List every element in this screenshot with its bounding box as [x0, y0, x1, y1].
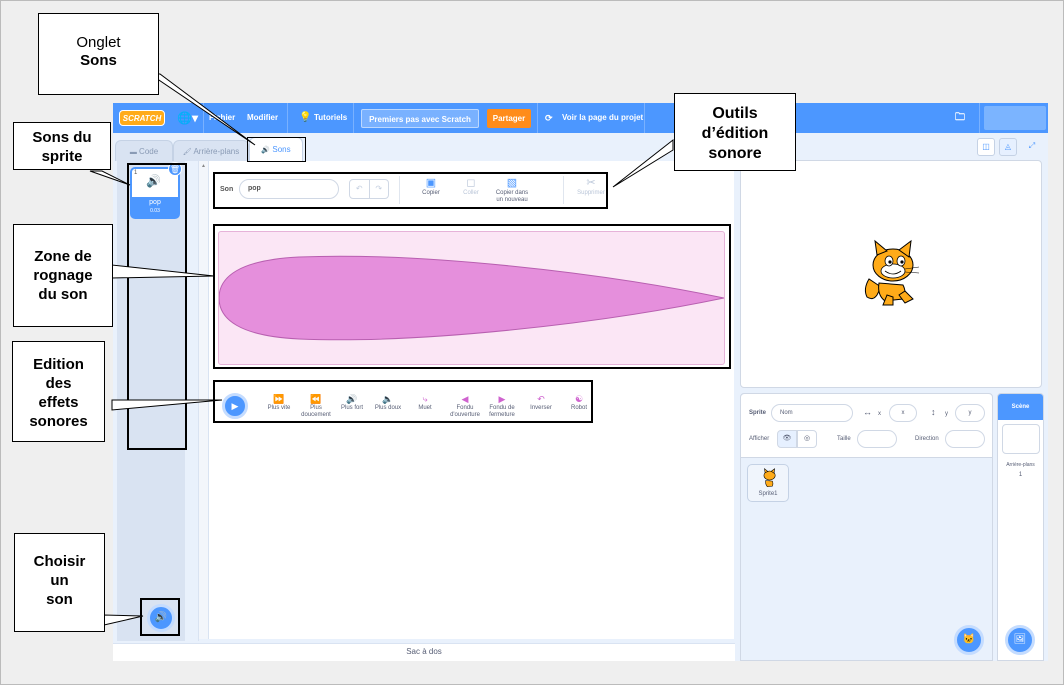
- callout-text: du son: [38, 286, 88, 303]
- sprite-name-input[interactable]: Nom: [771, 404, 853, 422]
- folder-icon[interactable]: 🗀: [955, 103, 965, 133]
- sprite-panel: Sprite Nom ↔ x x ↕ y y Afficher 👁 ◎ Tail…: [740, 393, 993, 661]
- tutorials-menu[interactable]: Tutoriels: [314, 103, 347, 133]
- callout-text: des: [45, 375, 72, 392]
- show-eye-icon[interactable]: 👁: [777, 430, 797, 448]
- callout-text: Choisir: [33, 553, 86, 570]
- sprite-label: Sprite: [749, 410, 767, 416]
- fullscreen-icon[interactable]: ⤢: [1023, 138, 1041, 156]
- project-title-input[interactable]: Premiers pas avec Scratch: [361, 109, 479, 128]
- backdrop-thumbnail[interactable]: [1002, 424, 1040, 454]
- sound-list-scrollbar[interactable]: ▲: [199, 161, 208, 639]
- backdrops-count: 1: [1018, 472, 1023, 478]
- y-arrows-icon: ↕: [931, 407, 936, 417]
- show-label: Afficher: [749, 436, 770, 442]
- stage[interactable]: [740, 160, 1042, 388]
- lightbulb-icon: 💡: [299, 112, 312, 123]
- cat-sprite[interactable]: [859, 239, 923, 309]
- callout-text: effets: [38, 394, 79, 411]
- account-area[interactable]: [984, 106, 1046, 130]
- highlight-trim-zone: [213, 224, 731, 369]
- sprite-thumb-name: Sprite1: [758, 491, 778, 497]
- tab-backdrops-label: Arrière-plans: [193, 147, 240, 156]
- scratch-logo[interactable]: SCRATCH: [119, 110, 165, 126]
- highlight-sounds-tab: [247, 137, 306, 162]
- callout-text: sonore: [708, 145, 762, 162]
- sprite-thumbnail[interactable]: Sprite1: [747, 464, 789, 502]
- highlight-choose-sound: [140, 598, 180, 636]
- tab-code-label: Code: [139, 147, 159, 156]
- x-input[interactable]: x: [889, 404, 917, 422]
- callout-sprite-sounds: Sons du sprite: [13, 122, 111, 170]
- size-input[interactable]: [857, 430, 897, 448]
- y-input[interactable]: y: [955, 404, 985, 422]
- scene-panel: Scène Arrière-plans 1 🖼: [997, 393, 1044, 661]
- small-stage-icon[interactable]: ◫: [977, 138, 995, 156]
- callout-trim-zone: Zone de rognage du son: [13, 224, 113, 327]
- callout-text: Edition: [33, 356, 84, 373]
- scene-title: Scène: [998, 394, 1043, 420]
- choose-backdrop-button[interactable]: 🖼: [1005, 625, 1035, 655]
- sprite-info: Sprite Nom ↔ x x ↕ y y Afficher 👁 ◎ Tail…: [741, 394, 992, 458]
- file-menu[interactable]: Fichier: [209, 103, 235, 133]
- see-project-button[interactable]: Voir la page du projet: [562, 103, 643, 133]
- size-label: Taille: [837, 436, 851, 442]
- hide-eye-icon[interactable]: ◎: [797, 430, 817, 448]
- highlight-sprite-sounds: [127, 163, 187, 450]
- edit-menu[interactable]: Modifier: [247, 103, 278, 133]
- callout-text: Zone de: [34, 248, 92, 265]
- callout-choose-sound: Choisir un son: [14, 533, 105, 632]
- callout-text: Outils: [712, 105, 758, 122]
- backdrops-label: Arrière-plans: [1006, 462, 1035, 468]
- callout-sounds-tab: Onglet Sons: [38, 13, 159, 95]
- callout-effects: Edition des effets sonores: [12, 341, 105, 442]
- x-label: x: [878, 411, 881, 417]
- menu-bar: SCRATCH 🌐▾ Fichier Modifier 💡 Tutoriels …: [113, 103, 1048, 133]
- callout-tools: Outils d’édition sonore: [674, 93, 796, 171]
- callout-text: Sons du: [32, 129, 92, 146]
- direction-input[interactable]: [945, 430, 985, 448]
- globe-icon[interactable]: 🌐▾: [177, 103, 198, 133]
- callout-text: un: [50, 572, 69, 589]
- callout-text: rognage: [33, 267, 93, 284]
- tab-backdrops[interactable]: 🖌 Arrière-plans: [173, 140, 249, 161]
- callout-text: Onglet: [76, 34, 121, 51]
- x-arrows-icon: ↔: [863, 407, 872, 417]
- callout-text: sonores: [29, 413, 88, 430]
- direction-label: Direction: [915, 436, 939, 442]
- cat-thumbnail-icon: [763, 468, 776, 488]
- see-project-icon: ⟳: [545, 113, 553, 123]
- tab-bar: ▬ Code 🖌 Arrière-plans 🔊 Sons: [113, 133, 733, 161]
- tab-code[interactable]: ▬ Code: [115, 140, 173, 161]
- callout-text: d’édition: [701, 125, 769, 142]
- paintbrush-icon: 🖌: [182, 149, 192, 156]
- choose-sprite-button[interactable]: 🐱: [954, 625, 984, 655]
- highlight-tools: [213, 172, 608, 209]
- normal-stage-icon[interactable]: ◬: [999, 138, 1017, 156]
- highlight-effects: [213, 380, 593, 423]
- backpack[interactable]: Sac à dos: [113, 643, 735, 661]
- code-icon: ▬: [129, 149, 137, 156]
- callout-text: son: [46, 591, 73, 608]
- share-button[interactable]: Partager: [487, 109, 531, 128]
- callout-text: Sons: [80, 52, 117, 69]
- callout-text: sprite: [41, 148, 83, 165]
- y-label: y: [945, 411, 948, 417]
